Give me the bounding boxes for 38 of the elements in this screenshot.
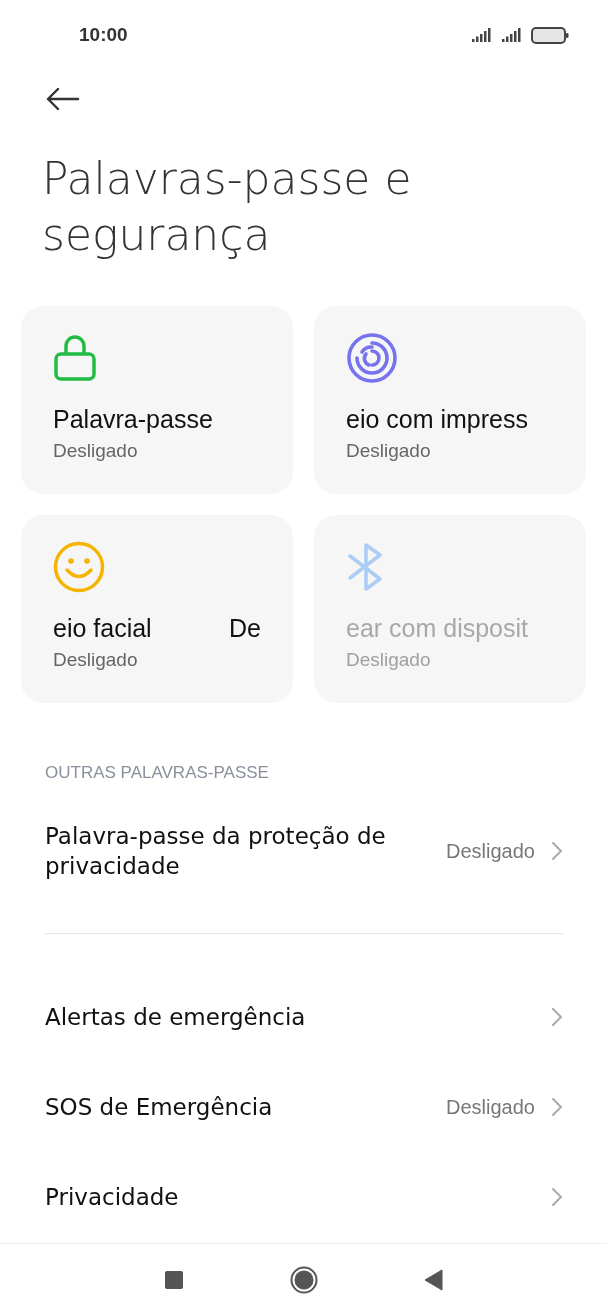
home-icon[interactable] (289, 1266, 318, 1294)
tile-status: Desligado (53, 440, 139, 462)
settings-row[interactable]: Alertas de emergência (45, 972, 563, 1062)
section-header: OUTRAS PALAVRAS-PASSE (45, 763, 270, 783)
tile-status: Desligado (346, 649, 432, 671)
row-label: Alertas de emergência (45, 1003, 307, 1032)
settings-row[interactable]: Privacidade (45, 1152, 563, 1242)
chevron-icon (551, 1097, 563, 1117)
chevron-icon (551, 841, 563, 861)
tile-title: eio com impress (346, 405, 528, 434)
security-tile[interactable]: Palavra-passe Desligado (21, 306, 293, 494)
chevron-icon (551, 1007, 563, 1027)
recents-icon[interactable] (163, 1270, 184, 1290)
tile-title: ear com disposit (346, 614, 529, 643)
row-label: SOS de Emergência (45, 1093, 274, 1122)
security-tile[interactable]: eio facial De Desligado (21, 515, 293, 703)
tile-title: Palavra-passe (53, 405, 213, 434)
page-title: Palavras-passe e segurança (42, 152, 413, 262)
row-value: Desligado (446, 1095, 535, 1119)
settings-row[interactable]: SOS de Emergência Desligado (45, 1062, 563, 1152)
tile-title: eio facial (53, 614, 152, 643)
signal-icon (501, 28, 523, 42)
back-icon[interactable] (423, 1269, 444, 1291)
tile-title: De (229, 614, 261, 643)
row-label: Palavra-passe da proteção de privacidade (45, 822, 387, 881)
lock-icon (53, 332, 97, 384)
battery-icon (531, 26, 569, 44)
smiley-icon (53, 541, 105, 593)
status-time: 10:00 (79, 24, 128, 46)
tile-status: Desligado (53, 649, 139, 671)
fingerprint-icon (346, 332, 398, 384)
chevron-icon (551, 1187, 563, 1207)
row-value: Desligado (446, 839, 535, 863)
tile-status: Desligado (346, 440, 432, 462)
security-tile[interactable]: eio com impress Desligado (314, 306, 586, 494)
settings-row[interactable]: Palavra-passe da proteção de privacidade Desligado (45, 811, 563, 891)
signal-icon (471, 28, 493, 42)
row-label: Privacidade (45, 1183, 180, 1212)
